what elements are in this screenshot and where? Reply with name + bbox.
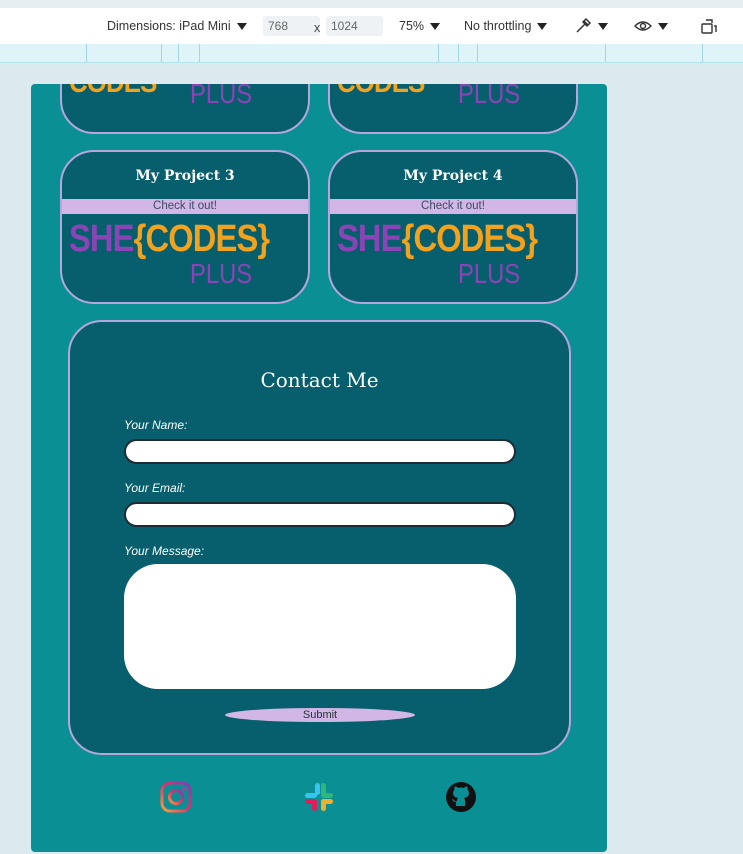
email-field[interactable] (124, 502, 516, 527)
rotate-icon (701, 19, 717, 34)
project-card-4: My Project 4 Check it out! SHE{CODES} PL… (328, 150, 578, 304)
throttling-dropdown[interactable]: No throttling (464, 19, 548, 33)
slack-icon[interactable] (303, 781, 335, 813)
submit-button[interactable]: Submit (225, 708, 415, 722)
project-card-1: CODES PLUS (60, 84, 310, 134)
check-it-out-link[interactable]: Check it out! (330, 199, 576, 214)
shecodes-logo: SHE{CODES} (69, 218, 270, 260)
media-query-ruler[interactable] (0, 44, 743, 63)
logo-plus: PLUS (458, 258, 521, 289)
message-label: Your Message: (124, 544, 205, 558)
chevron-down-icon (430, 22, 441, 30)
toolbar-top-strip (0, 0, 743, 8)
shecodes-logo: SHE{CODES} (337, 218, 538, 260)
name-label: Your Name: (124, 418, 188, 432)
dimension-separator: x (314, 21, 321, 35)
color-picker-button[interactable] (574, 17, 608, 35)
throttling-label: No throttling (464, 19, 532, 33)
message-field[interactable] (124, 564, 516, 689)
logo-plus: PLUS (190, 84, 253, 109)
devtools-toolbar: Dimensions: iPad Mini 768 x 1024 75% No … (0, 0, 743, 45)
page-viewport: CODES PLUS CODES PLUS My Project 3 Check… (31, 84, 607, 852)
instagram-icon[interactable] (160, 781, 192, 813)
email-label: Your Email: (124, 481, 186, 495)
contact-title: Contact Me (260, 368, 379, 392)
logo-codes-partial: CODES (337, 84, 425, 100)
logo-codes-partial: CODES (69, 84, 157, 100)
dimensions-label: Dimensions: iPad Mini (107, 19, 231, 33)
eye-icon (634, 21, 652, 31)
contact-form: Contact Me Your Name: Your Email: Your M… (68, 320, 571, 755)
chevron-down-icon (236, 22, 247, 30)
project-card-2: CODES PLUS (328, 84, 578, 134)
project-title: My Project 4 (403, 168, 503, 184)
chevron-down-icon (658, 22, 668, 30)
github-icon[interactable] (445, 781, 477, 813)
check-it-out-link[interactable]: Check it out! (62, 199, 308, 214)
vision-deficiency-button[interactable] (634, 17, 668, 35)
logo-plus: PLUS (190, 258, 253, 289)
zoom-dropdown[interactable]: 75% (399, 19, 441, 33)
chevron-down-icon (537, 22, 548, 30)
zoom-label: 75% (399, 19, 425, 33)
rotate-button[interactable] (700, 17, 718, 35)
height-input[interactable]: 1024 (326, 16, 383, 36)
project-card-3: My Project 3 Check it out! SHE{CODES} PL… (60, 150, 310, 304)
eyedropper-icon (576, 17, 592, 33)
dimensions-dropdown[interactable]: Dimensions: iPad Mini (107, 19, 247, 33)
logo-plus: PLUS (458, 84, 521, 109)
project-title: My Project 3 (135, 168, 235, 184)
width-input[interactable]: 768 (263, 16, 320, 36)
name-field[interactable] (124, 439, 516, 464)
chevron-down-icon (598, 22, 608, 30)
